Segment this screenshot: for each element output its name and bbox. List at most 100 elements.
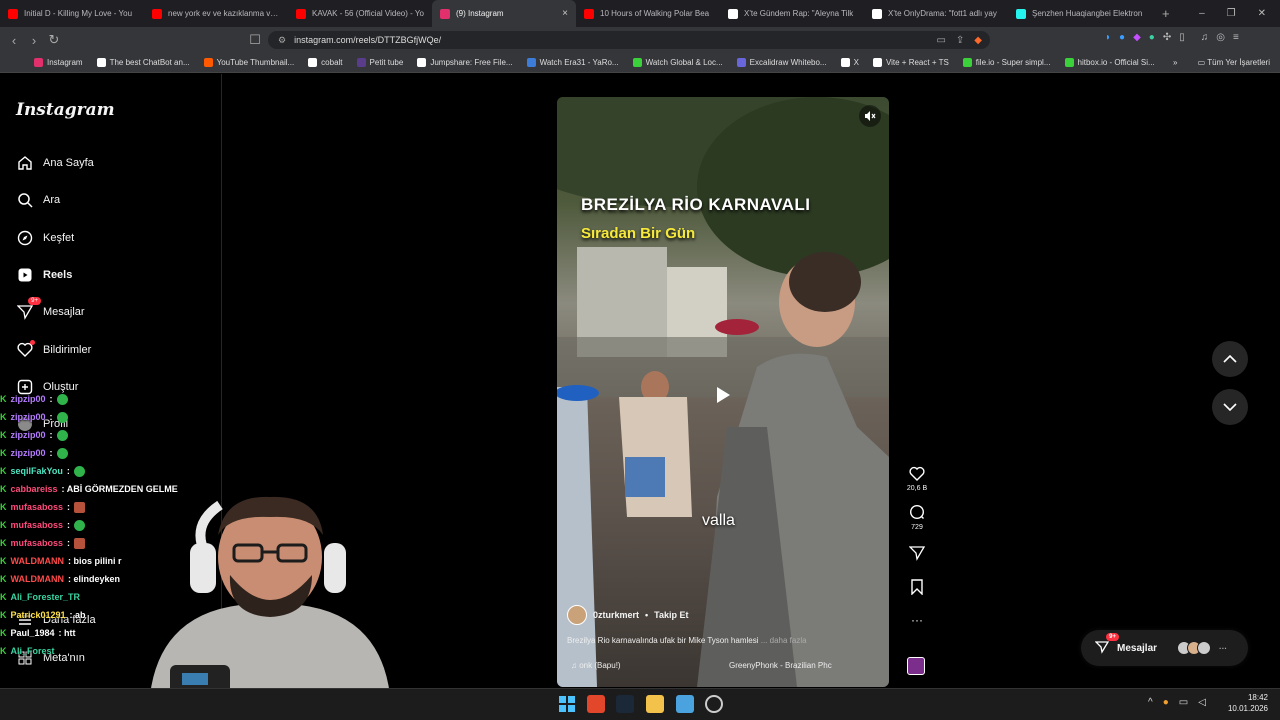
author-name[interactable]: 0zturkmert xyxy=(593,610,639,620)
extension-icon[interactable]: ◗ xyxy=(1105,32,1111,43)
messages-badge: 9+ xyxy=(1106,632,1119,641)
sidebar-icon[interactable]: ▯ xyxy=(1179,32,1185,43)
bookmark-item[interactable]: Instagram xyxy=(34,58,83,67)
music-icon[interactable]: ♫ xyxy=(1201,32,1209,43)
play-icon[interactable] xyxy=(709,382,735,408)
kick-badge-icon: K xyxy=(0,430,7,440)
mute-icon[interactable] xyxy=(859,105,881,127)
instagram-logo[interactable]: Instagram xyxy=(16,100,115,120)
tab-favicon-icon xyxy=(152,8,162,19)
kick-badge-icon: K xyxy=(0,412,7,422)
comment-icon[interactable] xyxy=(909,504,925,520)
bookmark-item[interactable]: The best ChatBot an... xyxy=(96,58,190,67)
microphone-icon[interactable]: ● xyxy=(1163,697,1169,708)
browser-tab[interactable]: X'te OnlyDrama: "fott1 adlı yay xyxy=(864,0,1008,27)
puzzle-icon[interactable]: ✣ xyxy=(1163,32,1171,43)
sidebar-item-compass[interactable]: Keşfet xyxy=(16,229,74,246)
browser-tab[interactable]: (9) Instagram × xyxy=(432,0,576,27)
sidebar-item-search[interactable]: Ara xyxy=(16,191,60,208)
bookmark-favicon-icon xyxy=(840,58,850,67)
browser-tab[interactable]: 10 Hours of Walking Polar Bea xyxy=(576,0,720,27)
nav-badge: 9+ xyxy=(28,297,41,305)
reel-audio[interactable]: ♫ onk (Bapu!) xyxy=(571,661,621,670)
back-icon[interactable]: ‹ xyxy=(4,33,24,48)
extension-icon[interactable]: ◆ xyxy=(1133,32,1141,43)
sidebar-item-messenger[interactable]: 9+ Mesajlar xyxy=(16,297,85,320)
bookmark-favicon-icon xyxy=(526,58,536,67)
new-tab-icon[interactable]: + xyxy=(1152,6,1180,21)
browser-tab[interactable]: KAVAK - 56 (Official Video) - Yo xyxy=(288,0,432,27)
bookmark-label: Vite + React + TS xyxy=(885,58,949,67)
more-link[interactable]: ... daha fazla xyxy=(761,636,807,645)
network-icon[interactable]: ▭ xyxy=(1179,697,1188,708)
bookmark-item[interactable]: Jumpshare: Free File... xyxy=(417,58,513,67)
kick-badge-icon: K xyxy=(0,502,7,512)
chat-emote-icon xyxy=(56,429,68,441)
brave-browser-icon[interactable] xyxy=(587,695,605,713)
extension-icon[interactable]: ● xyxy=(1119,32,1125,43)
file-explorer-icon[interactable] xyxy=(646,695,664,713)
url-text: instagram.com/reels/DTTZBGfjWQe/ xyxy=(294,35,442,45)
browser-tab[interactable]: Initial D - Killing My Love - You xyxy=(0,0,144,27)
browser-tab[interactable]: Şenzhen Huaqiangbei Elektron xyxy=(1008,0,1152,27)
audio-thumbnail[interactable] xyxy=(907,657,925,675)
sidebar-item-heart[interactable]: Bildirimler xyxy=(16,340,91,358)
brave-shield-icon[interactable]: ◆ xyxy=(974,35,982,46)
chat-emote-icon xyxy=(56,393,68,405)
minimize-icon[interactable]: – xyxy=(1199,8,1205,19)
menu-icon[interactable]: ≡ xyxy=(1233,32,1239,43)
close-tab-icon[interactable]: × xyxy=(562,8,568,19)
sidebar-item-home[interactable]: Ana Sayfa xyxy=(16,154,94,171)
taskbar-clock[interactable]: 18:42 10.01.2026 xyxy=(1228,692,1268,714)
restore-icon[interactable]: ❐ xyxy=(1227,8,1236,19)
follow-button[interactable]: Takip Et xyxy=(654,610,688,620)
bookmark-item[interactable]: hitbox.io - Official Si... xyxy=(1064,58,1155,67)
chat-username: mufasaboss xyxy=(10,520,64,530)
url-bar[interactable]: ⚙ instagram.com/reels/DTTZBGfjWQe/ ▭ ⇪ ◆ xyxy=(268,31,990,49)
start-icon[interactable] xyxy=(558,695,576,713)
share-icon[interactable] xyxy=(909,545,925,561)
app-icon[interactable] xyxy=(676,695,694,713)
site-info-icon[interactable]: ⚙ xyxy=(278,35,286,46)
bookmark-item[interactable]: Vite + React + TS xyxy=(872,58,949,67)
save-icon[interactable] xyxy=(910,579,924,595)
all-bookmarks[interactable]: » ▭ Tüm Yer İşaretleri xyxy=(1173,58,1270,67)
kick-badge-icon: K xyxy=(0,520,7,530)
bookmark-item[interactable]: Excalidraw Whitebo... xyxy=(736,58,827,67)
browser-tab[interactable]: X'te Gündem Rap: "Aleyna Tilk xyxy=(720,0,864,27)
share-icon[interactable]: ⇪ xyxy=(956,35,964,46)
bookmark-item[interactable]: Watch Era31 - YaRo... xyxy=(526,58,619,67)
volume-icon[interactable]: ◁ xyxy=(1198,697,1206,708)
obs-icon[interactable] xyxy=(705,695,723,713)
chat-text: : xyxy=(67,520,71,530)
bookmark-item[interactable]: Petit tube xyxy=(356,58,403,67)
wallet-icon[interactable]: ◎ xyxy=(1216,32,1225,43)
author-avatar[interactable] xyxy=(567,605,587,625)
bookmark-star-icon[interactable]: ☐ xyxy=(245,32,265,48)
reload-icon[interactable]: ↻ xyxy=(44,32,64,48)
browser-tab[interactable]: new york ev ve kazıklanma vlog xyxy=(144,0,288,27)
forward-icon[interactable]: › xyxy=(24,33,44,48)
bookmark-item[interactable]: YouTube Thumbnail... xyxy=(203,58,294,67)
extension-icon[interactable]: ● xyxy=(1149,32,1155,43)
bookmark-item[interactable]: file.io - Super simpl... xyxy=(962,58,1051,67)
bookmark-favicon-icon xyxy=(417,58,427,67)
reel-video[interactable]: BREZİLYA RİO KARNAVALI Sıradan Bir Gün v… xyxy=(557,97,889,687)
cast-icon[interactable]: ▭ xyxy=(936,35,945,46)
bookmark-item[interactable]: X xyxy=(840,58,859,67)
bookmark-item[interactable]: Watch Global & Loc... xyxy=(632,58,723,67)
chevron-up-icon[interactable]: ^ xyxy=(1148,697,1153,708)
chat-text: : xyxy=(67,538,71,548)
bookmarks-more[interactable]: » xyxy=(1173,58,1177,67)
steam-icon[interactable] xyxy=(616,695,634,713)
audio-title: onk (Bapu!) xyxy=(579,661,621,670)
next-reel-button[interactable] xyxy=(1212,389,1248,425)
messages-pill[interactable]: 9+ Mesajlar ··· xyxy=(1081,630,1248,666)
more-options-icon[interactable]: ··· xyxy=(911,613,923,627)
heart-icon[interactable] xyxy=(909,466,925,481)
close-window-icon[interactable]: ✕ xyxy=(1258,8,1266,19)
previous-reel-button[interactable] xyxy=(1212,341,1248,377)
sidebar-item-reels[interactable]: Reels xyxy=(16,266,72,283)
bookmark-item[interactable]: cobalt xyxy=(308,58,343,67)
separator-dot: • xyxy=(645,610,649,620)
